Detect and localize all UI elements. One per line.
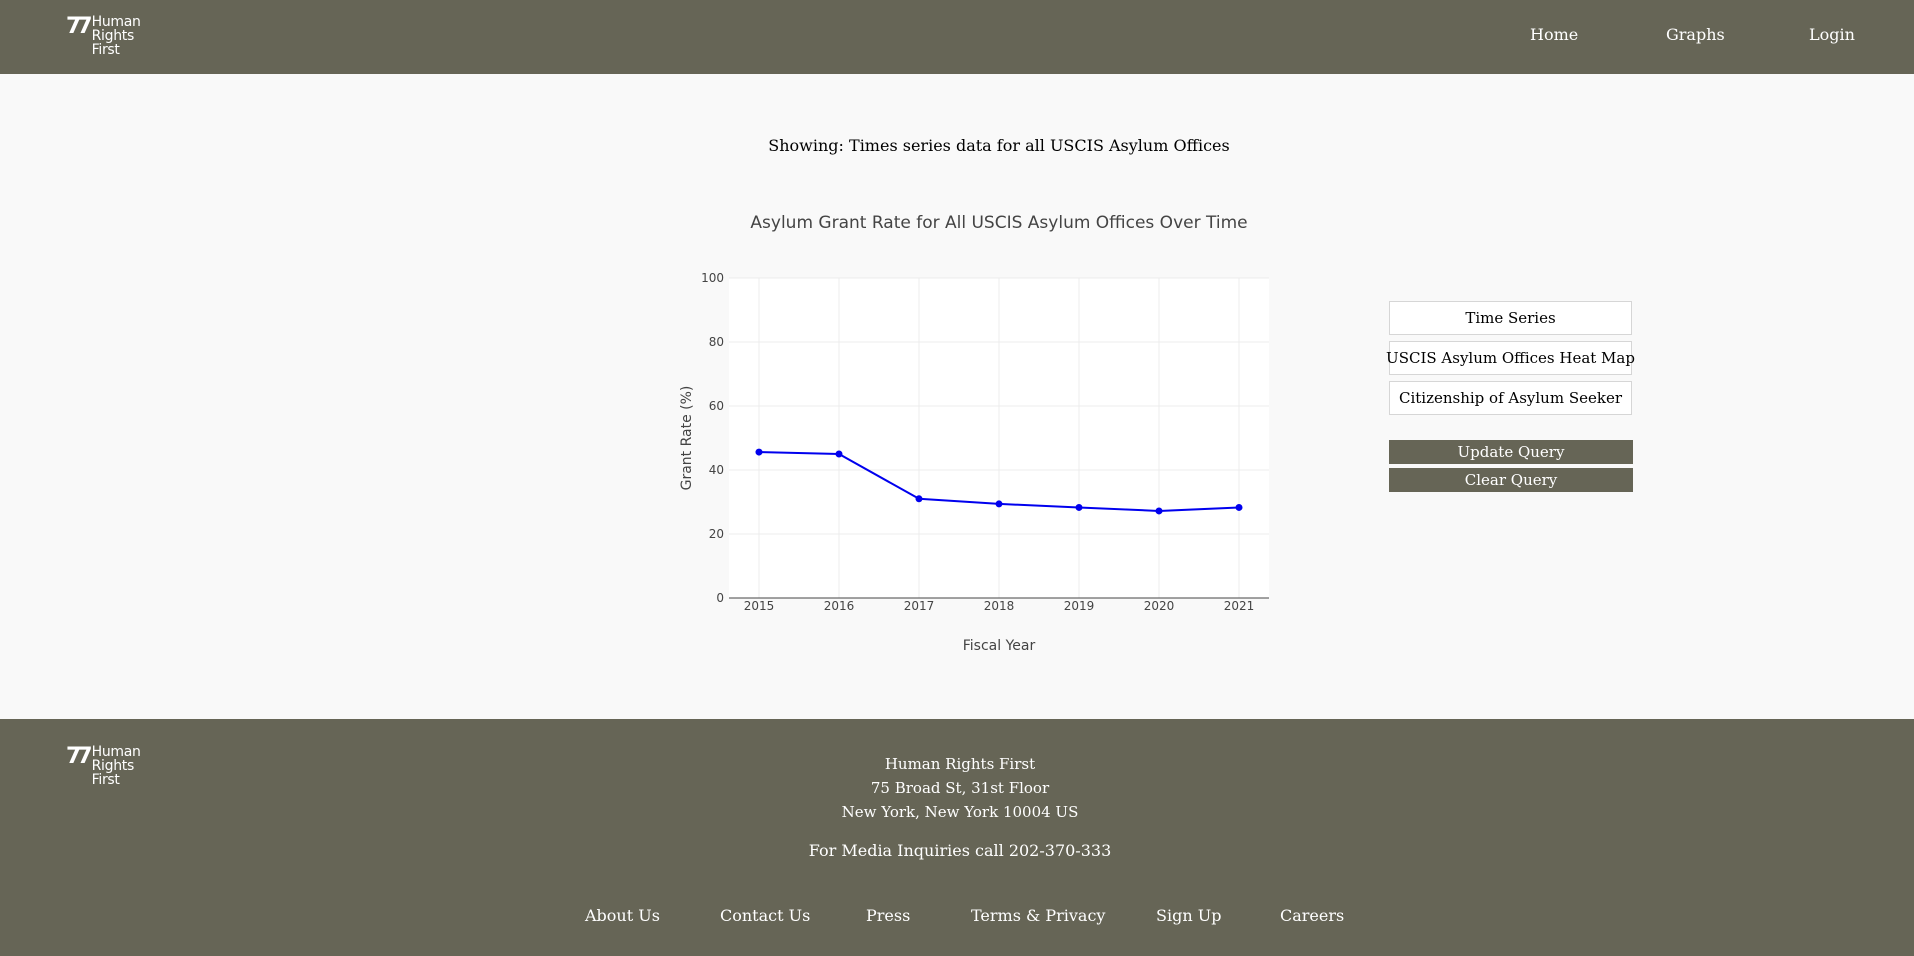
nav-login[interactable]: Login [1809, 25, 1855, 44]
data-point [995, 500, 1003, 508]
query-panel: Time Series USCIS Asylum Offices Heat Ma… [1386, 301, 1635, 492]
x-axis-title: Fiscal Year [963, 638, 1036, 654]
site-footer: 77 Human Rights First Human Rights First… [0, 719, 1914, 956]
footer-address-line2: New York, New York 10004 US [841, 803, 1079, 821]
grant-rate-chart: 0 20 40 60 80 100 2015 2016 2017 2018 2019 2020 2021… [660, 200, 1340, 670]
footer-link-about[interactable]: About Us [585, 906, 660, 925]
heat-map-button[interactable]: USCIS Asylum Offices Heat Map [1386, 341, 1635, 375]
footer-link-contact[interactable]: Contact Us [720, 906, 810, 925]
y-tick-label: 60 [709, 399, 724, 413]
footer-link-careers[interactable]: Careers [1280, 906, 1344, 925]
footer-link-press[interactable]: Press [866, 906, 910, 925]
y-tick-label: 0 [716, 591, 724, 605]
citizenship-button[interactable]: Citizenship of Asylum Seeker [1389, 381, 1632, 415]
data-point [835, 450, 843, 458]
footer-link-signup[interactable]: Sign Up [1156, 906, 1221, 925]
x-tick-label: 2020 [1144, 599, 1175, 613]
logo-wordmark: Human Rights First [92, 15, 141, 57]
data-point [915, 495, 923, 503]
x-tick-label: 2018 [984, 599, 1015, 613]
logo-mark-icon: 77 [66, 14, 93, 39]
nav-home[interactable]: Home [1530, 25, 1578, 44]
footer-link-terms[interactable]: Terms & Privacy [971, 906, 1105, 925]
y-tick-label: 80 [709, 335, 724, 349]
time-series-button[interactable]: Time Series [1389, 301, 1632, 335]
site-header: 77 Human Rights First Home Graphs Login [0, 0, 1914, 74]
logo-line: Human [91, 14, 141, 30]
data-point [755, 448, 763, 456]
header-logo[interactable]: 77 Human Rights First [66, 15, 141, 57]
logo-line: First [91, 42, 120, 58]
x-tick-label: 2015 [744, 599, 775, 613]
clear-query-button[interactable]: Clear Query [1389, 468, 1633, 492]
x-tick-label: 2021 [1224, 599, 1255, 613]
data-point [1155, 507, 1163, 515]
chart-title: Asylum Grant Rate for All USCIS Asylum O… [750, 213, 1247, 233]
y-tick-label: 100 [701, 271, 724, 285]
y-tick-label: 40 [709, 463, 724, 477]
y-tick-label: 20 [709, 527, 724, 541]
footer-media-inquiries: For Media Inquiries call 202-370-333 [808, 841, 1112, 860]
nav-graphs[interactable]: Graphs [1666, 25, 1725, 44]
data-point [1235, 503, 1243, 511]
x-tick-label: 2016 [824, 599, 855, 613]
y-axis-title: Grant Rate (%) [679, 386, 695, 491]
footer-address: Human Rights First 75 Broad St, 31st Flo… [0, 752, 1914, 824]
update-query-button[interactable]: Update Query [1389, 440, 1633, 464]
showing-text: Showing: Times series data for all USCIS… [768, 136, 1230, 155]
x-tick-label: 2017 [904, 599, 935, 613]
footer-org: Human Rights First [884, 755, 1036, 773]
chart-svg: 0 20 40 60 80 100 2015 2016 2017 2018 2019 2020 2021… [679, 213, 1269, 654]
data-point [1075, 503, 1083, 511]
footer-address-line1: 75 Broad St, 31st Floor [870, 779, 1050, 797]
page: 77 Human Rights First Home Graphs Login … [0, 0, 1914, 956]
logo-line: Rights [91, 28, 135, 44]
x-tick-label: 2019 [1064, 599, 1095, 613]
